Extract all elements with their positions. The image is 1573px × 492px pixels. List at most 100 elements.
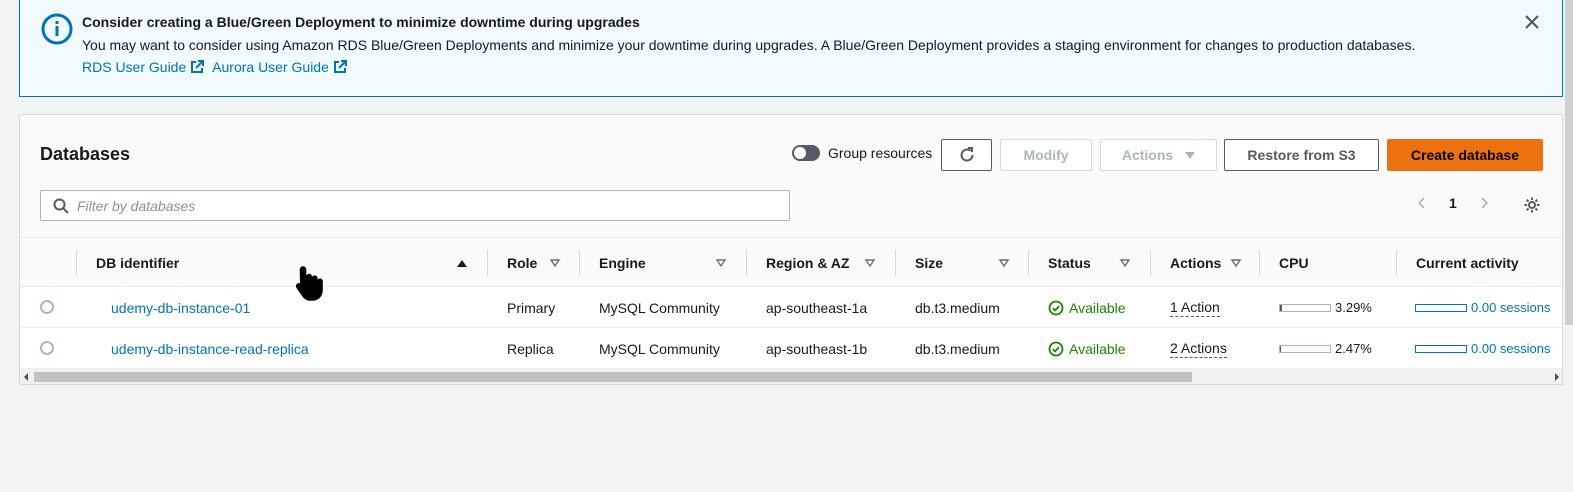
modify-button[interactable]: Modify (1000, 139, 1092, 171)
role-cell: Replica (507, 340, 554, 357)
activity-bar (1415, 344, 1467, 353)
external-link-icon (191, 60, 205, 73)
status-label: Available (1069, 299, 1126, 316)
status-label: Available (1069, 340, 1126, 357)
column-separator (1259, 250, 1260, 276)
current-page[interactable]: 1 (1449, 195, 1457, 211)
column-separator (1028, 250, 1029, 276)
databases-panel: Databases Group resources Modify Actions… (19, 114, 1563, 385)
group-resources-toggle[interactable]: Group resources (792, 145, 932, 161)
column-separator (895, 250, 896, 276)
refresh-button[interactable] (941, 139, 992, 171)
column-separator (487, 250, 488, 276)
sort-icon[interactable] (549, 257, 561, 269)
search-icon (53, 198, 69, 214)
activity-cell: 0.00 sessions (1415, 287, 1551, 328)
create-database-button[interactable]: Create database (1387, 139, 1543, 171)
scroll-left-icon[interactable] (24, 373, 28, 381)
column-region-az[interactable]: Region & AZ (746, 238, 896, 288)
aurora-user-guide-label: Aurora User Guide (212, 59, 329, 75)
column-label: CPU (1279, 255, 1309, 271)
column-cpu[interactable]: CPU (1259, 238, 1396, 288)
column-label: Size (915, 255, 944, 271)
table-row[interactable]: udemy-db-instance-01 Primary MySQL Commu… (20, 287, 1562, 328)
row-select-radio[interactable] (40, 300, 54, 314)
table-header: DB identifier Role Engine Region & AZ Si… (20, 237, 1562, 288)
horizontal-scrollbar[interactable] (20, 369, 1562, 384)
db-identifier-cell: udemy-db-instance-read-replica (111, 328, 309, 369)
status-cell: Available (1048, 287, 1126, 328)
column-label: Role (507, 255, 538, 271)
gear-icon[interactable] (1523, 196, 1541, 214)
check-circle-icon (1048, 341, 1064, 356)
external-link-icon (333, 60, 347, 73)
sort-icon[interactable] (998, 257, 1010, 269)
scrollbar-thumb[interactable] (34, 372, 1192, 382)
db-identifier-link[interactable]: udemy-db-instance-read-replica (111, 341, 309, 357)
sort-icon[interactable] (864, 257, 876, 269)
actions-button-label: Actions (1121, 147, 1174, 163)
cpu-bar-fill (1280, 345, 1282, 352)
column-current-activity[interactable]: Current activity (1396, 238, 1562, 288)
cpu-bar (1279, 344, 1331, 353)
actions-button[interactable]: Actions (1100, 139, 1217, 171)
filter-input[interactable] (77, 197, 767, 214)
sort-icon[interactable] (715, 257, 727, 269)
rds-user-guide-label: RDS User Guide (82, 59, 187, 75)
sort-icon[interactable] (1230, 257, 1242, 269)
column-label: Status (1048, 255, 1091, 271)
activity-link[interactable]: 0.00 sessions (1471, 300, 1551, 315)
close-icon[interactable] (1522, 12, 1542, 32)
cpu-cell: 2.47% (1279, 328, 1372, 369)
column-label: Region & AZ (766, 255, 850, 271)
toggle-switch[interactable] (792, 145, 820, 161)
actions-cell: 2 Actions (1170, 328, 1227, 369)
activity-cell: 0.00 sessions (1415, 328, 1551, 369)
column-status[interactable]: Status (1028, 238, 1151, 288)
cpu-cell: 3.29% (1279, 287, 1372, 328)
db-identifier-link[interactable]: udemy-db-instance-01 (111, 300, 250, 316)
column-separator (76, 250, 77, 276)
alert-title: Consider creating a Blue/Green Deploymen… (82, 14, 640, 30)
filter-databases[interactable] (40, 190, 790, 221)
role-cell: Primary (507, 299, 556, 316)
restore-from-s3-button[interactable]: Restore from S3 (1224, 139, 1379, 171)
group-resources-label: Group resources (828, 145, 933, 161)
column-db-identifier[interactable]: DB identifier (76, 238, 488, 288)
scroll-right-icon[interactable] (1555, 373, 1559, 381)
pending-actions-link[interactable]: 1 Action (1170, 298, 1220, 317)
column-separator (1150, 250, 1151, 276)
alert-links: RDS User Guide Aurora User Guide (82, 59, 351, 75)
hand-cursor-icon (295, 266, 323, 301)
pending-actions-link[interactable]: 2 Actions (1170, 339, 1227, 358)
activity-link[interactable]: 0.00 sessions (1471, 341, 1551, 356)
panel-title: Databases (40, 144, 131, 164)
column-size[interactable]: Size (895, 238, 1029, 288)
chevron-right-icon[interactable] (1477, 196, 1491, 210)
engine-cell: MySQL Community (599, 299, 720, 316)
column-role[interactable]: Role (487, 238, 580, 288)
column-label: Engine (599, 255, 646, 271)
db-identifier-cell: udemy-db-instance-01 (111, 287, 250, 328)
row-select-radio[interactable] (40, 341, 54, 355)
aurora-user-guide-link[interactable]: Aurora User Guide (212, 59, 347, 75)
sort-icon[interactable] (1119, 257, 1131, 269)
actions-cell: 1 Action (1170, 287, 1220, 328)
page-scrollbar[interactable] (1565, 0, 1573, 325)
column-engine[interactable]: Engine (579, 238, 746, 288)
table-row[interactable]: udemy-db-instance-read-replica Replica M… (20, 328, 1562, 369)
cpu-bar (1279, 303, 1331, 312)
chevron-left-icon[interactable] (1415, 196, 1429, 210)
blue-green-alert: Consider creating a Blue/Green Deploymen… (19, 0, 1563, 97)
cpu-value: 2.47% (1335, 341, 1372, 356)
column-separator (1396, 250, 1397, 276)
rds-user-guide-link[interactable]: RDS User Guide (82, 59, 205, 75)
cpu-bar-fill (1280, 304, 1282, 311)
info-icon (41, 13, 73, 45)
activity-bar (1415, 303, 1467, 312)
sort-ascending-icon[interactable] (456, 257, 468, 269)
column-label: Current activity (1416, 255, 1519, 271)
check-circle-icon (1048, 300, 1064, 315)
refresh-icon (960, 147, 974, 162)
column-actions[interactable]: Actions (1150, 238, 1260, 288)
